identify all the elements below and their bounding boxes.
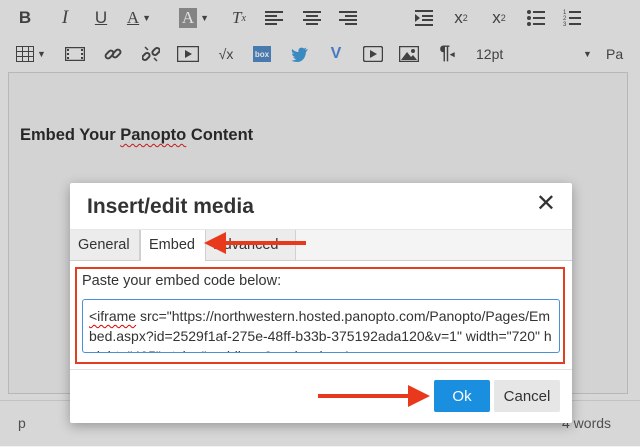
close-icon[interactable]: ✕ xyxy=(536,192,556,216)
code-value: src="https://northwestern.hosted.panopto… xyxy=(89,308,552,352)
dialog-tabs: General Embed Advanced xyxy=(70,229,572,261)
tab-advanced[interactable]: Advanced xyxy=(206,230,296,260)
dialog-title: Insert/edit media xyxy=(87,195,254,218)
insert-media-dialog: Insert/edit media ✕ General Embed Advanc… xyxy=(70,183,572,423)
footer-divider xyxy=(70,369,572,370)
paste-label: Paste your embed code below: xyxy=(82,273,282,289)
tab-general[interactable]: General xyxy=(70,230,140,260)
ok-button[interactable]: Ok xyxy=(434,380,490,412)
cancel-button[interactable]: Cancel xyxy=(494,380,560,412)
code-tag: <iframe xyxy=(89,308,137,324)
tab-embed[interactable]: Embed xyxy=(140,230,206,261)
embed-code-textarea[interactable]: <iframe src="https://northwestern.hosted… xyxy=(82,299,560,353)
